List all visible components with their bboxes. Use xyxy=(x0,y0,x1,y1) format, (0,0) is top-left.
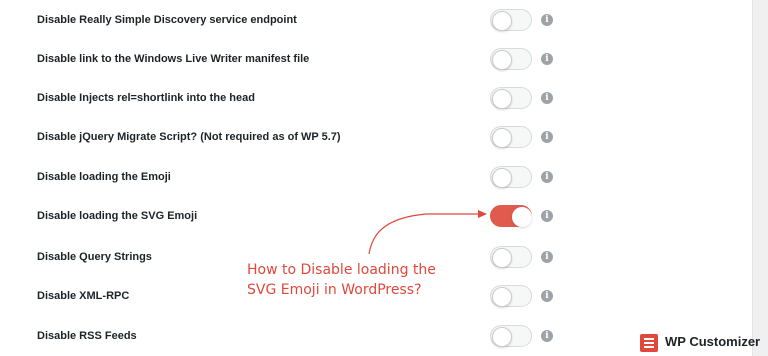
annotation-line-1: How to Disable loading the xyxy=(247,262,436,278)
wp-customizer-logo-icon xyxy=(640,334,658,352)
brand-name: WP Customizer xyxy=(665,334,761,349)
annotation-callout: How to Disable loading the SVG Emoji in … xyxy=(247,260,436,300)
annotation-line-2: SVG Emoji in WordPress? xyxy=(247,282,422,298)
annotation-arrow xyxy=(368,210,487,255)
